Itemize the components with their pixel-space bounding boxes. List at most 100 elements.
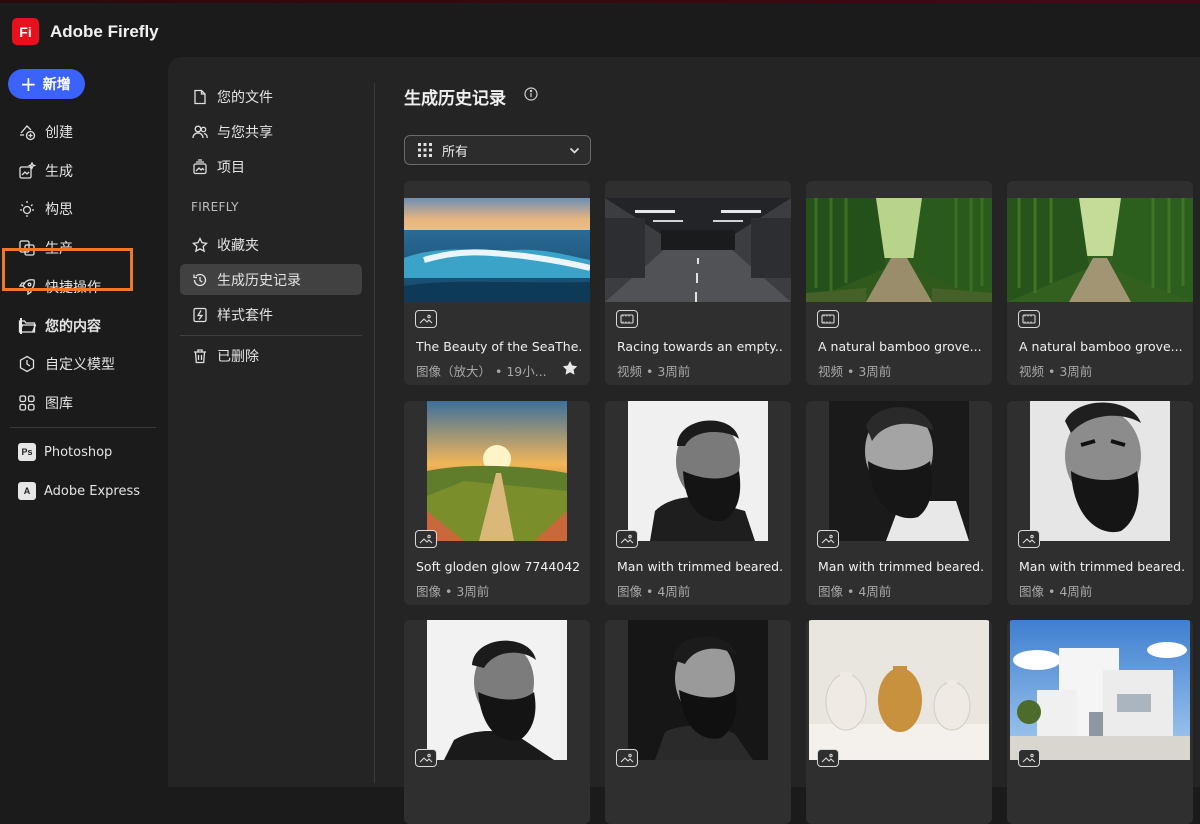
ideate-icon	[17, 199, 37, 219]
card-title: A natural bamboo grove...	[1019, 339, 1183, 354]
sidebar-item-label: 创建	[45, 125, 73, 141]
subnav-label: 您的文件	[217, 89, 273, 106]
history-card[interactable]	[404, 620, 590, 824]
info-icon[interactable]	[524, 87, 538, 101]
card-meta: 图像 • 3周前	[416, 584, 490, 599]
card-meta: 视频 • 3周前	[818, 364, 892, 379]
sunset-path-thumbnail	[404, 401, 590, 541]
app-header: Fi Adobe Firefly	[0, 3, 1200, 57]
video-type-icon	[817, 310, 839, 328]
bearded-man-profile-thumbnail	[605, 620, 791, 760]
sidebar-item-label: 您的内容	[45, 319, 101, 335]
image-type-icon	[817, 530, 839, 548]
subnav-generation-history[interactable]: 生成历史记录	[180, 264, 362, 295]
generate-icon	[17, 161, 37, 181]
bearded-man-portrait-thumbnail	[605, 401, 791, 541]
subnav-label: 样式套件	[217, 307, 273, 324]
panel-divider	[374, 83, 375, 783]
image-type-icon	[616, 530, 638, 548]
sidebar-item-your-content[interactable]: 您的内容	[10, 310, 160, 342]
sidebar-app-photoshop[interactable]: Ps Photoshop	[10, 436, 160, 468]
photoshop-icon: Ps	[18, 443, 36, 461]
history-icon	[191, 271, 209, 289]
subnav-your-files[interactable]: 您的文件	[180, 81, 362, 112]
file-icon	[191, 88, 209, 106]
history-card[interactable]: Racing towards an empty... 视频 • 3周前	[605, 181, 791, 385]
history-card[interactable]	[806, 620, 992, 824]
history-card[interactable]: Man with trimmed beared... 图像 • 4周前	[806, 401, 992, 605]
sidebar-item-generate[interactable]: 生成	[10, 155, 160, 187]
video-type-icon	[616, 310, 638, 328]
card-title: Man with trimmed beared...	[1019, 559, 1184, 574]
card-meta: 视频 • 3周前	[1019, 364, 1093, 379]
card-meta: 视频 • 3周前	[617, 364, 691, 379]
image-type-icon	[616, 749, 638, 767]
app-link-label: Photoshop	[44, 444, 113, 460]
grid-icon	[418, 143, 432, 157]
subnav-deleted[interactable]: 已删除	[180, 340, 362, 371]
video-type-icon	[1018, 310, 1040, 328]
chevron-down-icon	[569, 147, 580, 154]
subnav-shared-with-you[interactable]: 与您共享	[180, 116, 362, 147]
star-icon	[191, 236, 209, 254]
trash-icon	[191, 347, 209, 365]
image-type-icon	[415, 310, 437, 328]
card-title: Man with trimmed beared...	[617, 559, 782, 574]
shared-users-icon	[191, 123, 209, 141]
card-title: The Beauty of the SeaThe...	[416, 339, 581, 354]
vases-thumbnail	[806, 620, 992, 760]
history-card[interactable]: Soft gloden glow 77440428... 图像 • 3周前	[404, 401, 590, 605]
history-card[interactable]	[1007, 620, 1193, 824]
sidebar-app-adobe-express[interactable]: A Adobe Express	[10, 475, 160, 507]
subnav-label: 已删除	[217, 348, 259, 365]
main-sidebar: + 新增 创建 生成 构思 生产 快捷操作 您的内容 自定义模型 图库 Ps P…	[0, 57, 165, 775]
sidebar-item-label: 自定义模型	[45, 357, 115, 373]
custom-model-icon	[17, 354, 37, 374]
history-card[interactable]: A natural bamboo grove... 视频 • 3周前	[1007, 181, 1193, 385]
app-link-label: Adobe Express	[44, 483, 141, 499]
new-button-label: 新增	[42, 77, 71, 93]
sidebar-item-custom-models[interactable]: 自定义模型	[10, 348, 160, 380]
history-card[interactable]: The Beauty of the SeaThe... 图像（放大） • 19小…	[404, 181, 590, 385]
filter-dropdown[interactable]: 所有	[404, 135, 591, 165]
tunnel-road-thumbnail	[605, 198, 791, 302]
favorite-star-icon[interactable]	[562, 360, 578, 376]
history-card[interactable]: Man with trimmed beared... 图像 • 4周前	[605, 401, 791, 605]
card-meta: 图像 • 4周前	[1019, 584, 1093, 599]
card-title: A natural bamboo grove...	[818, 339, 982, 354]
bearded-man-profile-thumbnail	[404, 620, 590, 760]
highlight-annotation	[2, 248, 133, 291]
history-card[interactable]	[605, 620, 791, 824]
sidebar-item-gallery[interactable]: 图库	[10, 387, 160, 419]
subnav-projects[interactable]: 项目	[180, 151, 362, 182]
firefly-logo[interactable]: Fi	[12, 18, 39, 45]
card-title: Man with trimmed beared...	[818, 559, 983, 574]
sidebar-item-ideate[interactable]: 构思	[10, 193, 160, 225]
image-type-icon	[1018, 530, 1040, 548]
card-meta: 图像（放大） • 19小...	[416, 364, 547, 379]
card-meta: 图像 • 4周前	[617, 584, 691, 599]
history-card[interactable]: Man with trimmed beared... 图像 • 4周前	[1007, 401, 1193, 605]
new-button[interactable]: + 新增	[8, 69, 85, 99]
sidebar-item-label: 构思	[45, 202, 73, 218]
subnav-label: 生成历史记录	[217, 272, 301, 289]
subnav-style-kits[interactable]: 样式套件	[180, 299, 362, 330]
card-title: Soft gloden glow 77440428...	[416, 559, 581, 574]
sidebar-item-label: 图库	[45, 396, 73, 412]
app-title[interactable]: Adobe Firefly	[50, 22, 159, 42]
card-title: Racing towards an empty...	[617, 339, 782, 354]
active-indicator	[20, 318, 22, 334]
project-icon	[191, 158, 209, 176]
sidebar-divider	[10, 427, 156, 428]
subnav-favorites[interactable]: 收藏夹	[180, 229, 362, 260]
subnav-label: 项目	[217, 159, 245, 176]
style-kit-icon	[191, 306, 209, 324]
subnav-label: 与您共享	[217, 124, 273, 141]
create-icon	[17, 122, 37, 142]
sidebar-item-create[interactable]: 创建	[10, 116, 160, 148]
white-house-thumbnail	[1007, 620, 1193, 760]
bearded-man-portrait-thumbnail	[1007, 401, 1193, 541]
history-card[interactable]: A natural bamboo grove... 视频 • 3周前	[806, 181, 992, 385]
plus-icon: +	[20, 72, 37, 96]
filter-selected-value: 所有	[442, 144, 469, 160]
